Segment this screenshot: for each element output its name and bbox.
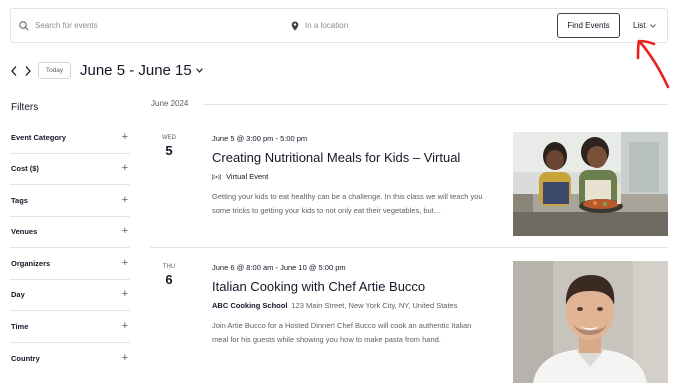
- filter-label: Day: [11, 290, 25, 300]
- filter-list: Event Category + Cost ($) + Tags + Venue…: [10, 122, 130, 374]
- search-icon: [19, 20, 29, 31]
- event-description: Join Artie Bucco for a Hosted Dinner! Ch…: [212, 321, 472, 344]
- event-weekday: THU: [162, 264, 176, 270]
- location-pin-icon: [291, 21, 299, 31]
- filter-organizers[interactable]: Organizers +: [10, 248, 130, 280]
- filter-label: Time: [11, 321, 29, 331]
- chevron-down-icon: [650, 23, 657, 28]
- previous-period-icon[interactable]: [10, 65, 18, 77]
- event-title-link[interactable]: Creating Nutritional Meals for Kids – Vi…: [212, 150, 460, 165]
- view-selector-label: List: [633, 21, 646, 30]
- location-search: [291, 9, 535, 42]
- filter-label: Venues: [11, 227, 38, 237]
- next-period-icon[interactable]: [24, 65, 32, 77]
- event-venue: ABC Cooking School 123 Main Street, New …: [212, 301, 457, 310]
- date-range-picker[interactable]: June 5 - June 15: [80, 60, 203, 80]
- chevron-down-icon: [195, 67, 203, 73]
- virtual-event-label: Virtual Event: [226, 172, 269, 181]
- expand-plus-icon[interactable]: +: [122, 163, 129, 174]
- event-divider: [150, 247, 668, 248]
- keyword-search: [19, 9, 265, 42]
- venue-address: 123 Main Street, New York City, NY, Unit…: [291, 301, 458, 310]
- virtual-event-icon: [212, 173, 221, 180]
- filters-heading: Filters: [11, 102, 39, 113]
- venue-name: ABC Cooking School: [212, 301, 288, 310]
- event-datetime: June 6 @ 8:00 am - June 10 @ 5:00 pm: [212, 263, 346, 272]
- filter-label: Event Category: [11, 132, 67, 142]
- expand-plus-icon[interactable]: +: [122, 257, 129, 269]
- today-button[interactable]: Today: [38, 62, 71, 79]
- kids-cooking-photo: [513, 132, 668, 236]
- event-day-number: 6: [165, 272, 173, 287]
- event-title-link[interactable]: Italian Cooking with Chef Artie Bucco: [212, 279, 425, 294]
- expand-plus-icon[interactable]: +: [122, 131, 129, 143]
- chef-portrait-photo: [513, 261, 668, 383]
- expand-plus-icon[interactable]: +: [122, 352, 129, 364]
- events-search-bar: Find Events List: [10, 8, 668, 43]
- filter-label: Organizers: [11, 258, 51, 268]
- filter-label: Tags: [11, 195, 28, 205]
- annotation-arrow-icon: [636, 39, 670, 89]
- event-weekday: WED: [162, 135, 176, 141]
- event-description: Getting your kids to eat healthy can be …: [212, 192, 483, 215]
- filter-country[interactable]: Country +: [10, 343, 130, 375]
- filter-day[interactable]: Day +: [10, 280, 130, 311]
- filter-venues[interactable]: Venues +: [10, 217, 130, 248]
- event-list-item: THU 6 June 6 @ 8:00 am - June 10 @ 5:00 …: [150, 261, 668, 383]
- month-separator: June 2024: [151, 99, 197, 108]
- filter-tags[interactable]: Tags +: [10, 185, 130, 217]
- event-datetime: June 5 @ 3:00 pm - 5:00 pm: [212, 134, 308, 143]
- month-divider: [203, 104, 668, 105]
- event-list-item: WED 5 June 5 @ 3:00 pm - 5:00 pm Creatin…: [150, 132, 668, 240]
- find-events-button[interactable]: Find Events: [557, 13, 620, 38]
- keyword-search-input[interactable]: [35, 21, 265, 30]
- event-featured-image[interactable]: [513, 132, 668, 236]
- event-venue: Virtual Event: [212, 172, 268, 181]
- expand-plus-icon[interactable]: +: [122, 320, 129, 332]
- expand-plus-icon[interactable]: +: [122, 289, 129, 300]
- event-day-number: 5: [165, 143, 173, 158]
- event-featured-image[interactable]: [513, 261, 668, 383]
- expand-plus-icon[interactable]: +: [122, 226, 129, 237]
- filter-label: Cost ($): [11, 164, 39, 174]
- filter-event-category[interactable]: Event Category +: [10, 122, 130, 154]
- date-range-label: June 5 - June 15: [80, 61, 192, 79]
- filter-cost[interactable]: Cost ($) +: [10, 154, 130, 185]
- filter-time[interactable]: Time +: [10, 311, 130, 343]
- expand-plus-icon[interactable]: +: [122, 194, 129, 206]
- location-search-input[interactable]: [305, 21, 535, 30]
- filter-label: Country: [11, 353, 40, 363]
